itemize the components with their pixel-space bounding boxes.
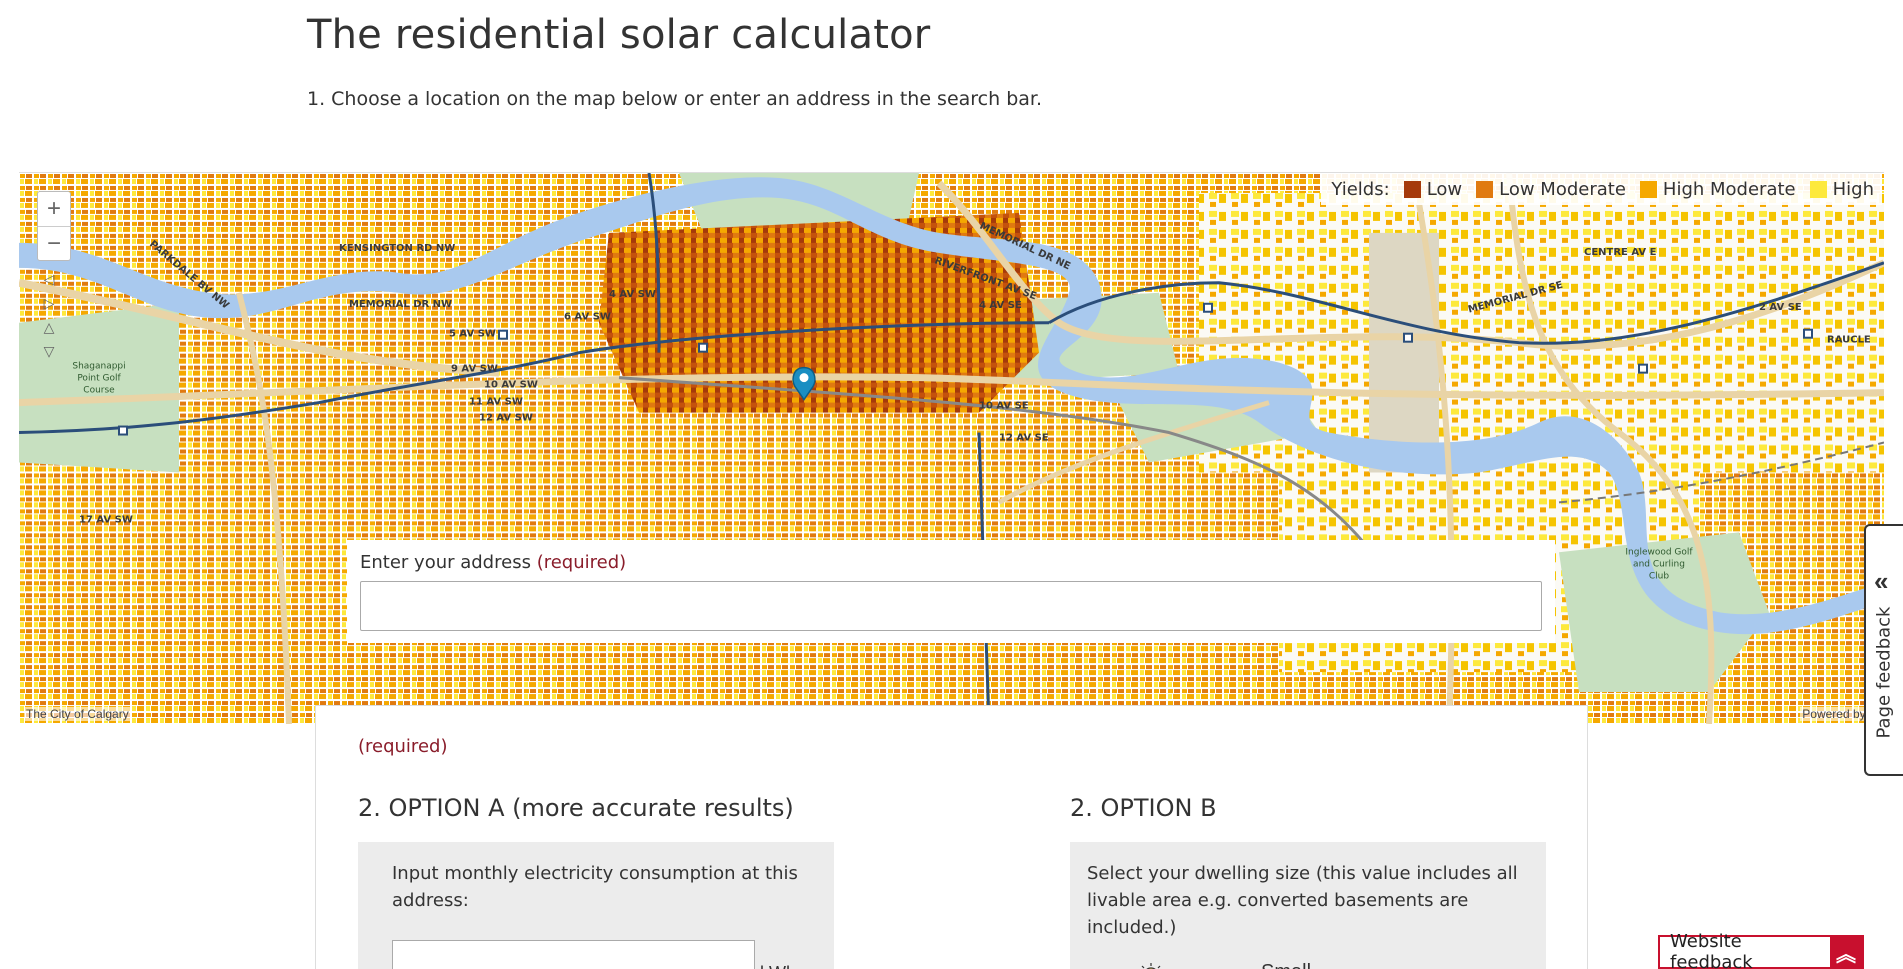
- svg-text:Course: Course: [83, 386, 115, 396]
- calculator-form: (required) 2. OPTION A (more accurate re…: [315, 705, 1588, 969]
- svg-text:CENTRE AV E: CENTRE AV E: [1584, 247, 1657, 258]
- monthly-kwh-input[interactable]: [392, 940, 755, 969]
- zoom-control: + −: [37, 191, 71, 261]
- option-b-panel: Select your dwelling size (this value in…: [1070, 842, 1546, 969]
- legend-swatch-low-moderate: [1476, 180, 1494, 198]
- solar-house-icon: [1141, 963, 1161, 969]
- page-title: The residential solar calculator: [307, 12, 931, 58]
- legend-item-high: High: [1796, 179, 1874, 200]
- svg-text:Inglewood Golf: Inglewood Golf: [1625, 547, 1693, 557]
- map-attribution-left[interactable]: The City of Calgary: [24, 707, 131, 721]
- pan-right-icon[interactable]: ▷: [37, 295, 61, 319]
- chevron-double-left-icon: «: [1874, 566, 1889, 596]
- legend-text-low-moderate: Low Moderate: [1499, 178, 1626, 200]
- svg-text:10 AV SW: 10 AV SW: [484, 380, 538, 391]
- svg-text:MEMORIAL DR NW: MEMORIAL DR NW: [349, 299, 452, 310]
- svg-text:12 AV SE: 12 AV SE: [999, 433, 1049, 444]
- option-b-title: 2. OPTION B: [1070, 794, 1217, 822]
- legend-text-low: Low: [1426, 178, 1463, 200]
- pan-left-icon[interactable]: ◁: [37, 271, 61, 295]
- option-a-instruction: Input monthly electricity consumption at…: [392, 863, 798, 911]
- svg-text:KENSINGTON RD NW: KENSINGTON RD NW: [339, 243, 455, 254]
- svg-text:9 AV SW: 9 AV SW: [451, 364, 498, 375]
- svg-text:Club: Club: [1649, 571, 1669, 581]
- zoom-in-button[interactable]: +: [38, 192, 70, 226]
- dwelling-option-small[interactable]: Small: [1087, 961, 1529, 969]
- kwh-unit-label: kWh: [760, 963, 796, 969]
- address-label: Enter your address (required): [360, 552, 1542, 573]
- pan-control: ◁ ▷ △ ▽: [37, 271, 61, 367]
- website-feedback-label: Website feedback: [1670, 931, 1753, 969]
- legend-label: Yields:: [1331, 178, 1390, 200]
- legend-item-low-moderate: Low Moderate: [1462, 179, 1626, 200]
- dwelling-option-small-label: Small: [1261, 961, 1311, 969]
- option-a-panel: Input monthly electricity consumption at…: [358, 842, 834, 969]
- zoom-out-button[interactable]: −: [38, 226, 70, 260]
- svg-text:Shaganappi: Shaganappi: [72, 362, 125, 372]
- option-a-title: 2. OPTION A (more accurate results): [358, 794, 794, 822]
- address-label-text: Enter your address: [360, 552, 531, 573]
- svg-text:4 AV SE: 4 AV SE: [979, 300, 1022, 311]
- legend-item-low: Low: [1390, 179, 1462, 200]
- svg-text:6 AV SW: 6 AV SW: [564, 312, 611, 323]
- chevron-double-up-icon: ︽: [1830, 937, 1862, 967]
- option-b-instruction: Select your dwelling size (this value in…: [1087, 863, 1518, 938]
- pan-up-icon[interactable]: △: [37, 319, 61, 343]
- svg-text:12 AV SW: 12 AV SW: [479, 413, 533, 424]
- svg-text:11 AV SW: 11 AV SW: [469, 397, 523, 408]
- legend-text-high: High: [1832, 178, 1874, 200]
- page-feedback-tab[interactable]: « Page feedback: [1864, 524, 1903, 776]
- pan-down-icon[interactable]: ▽: [37, 343, 61, 367]
- legend-swatch-high: [1809, 180, 1827, 198]
- legend-swatch-high-moderate: [1639, 180, 1657, 198]
- address-required-marker: (required): [536, 552, 627, 573]
- svg-text:17 AV SW: 17 AV SW: [79, 514, 133, 525]
- address-search-input[interactable]: [360, 581, 1542, 631]
- legend-text-high-moderate: High Moderate: [1662, 178, 1796, 200]
- svg-text:2 AV SE: 2 AV SE: [1759, 302, 1802, 313]
- svg-text:5 AV SW: 5 AV SW: [449, 329, 496, 340]
- svg-text:Point Golf: Point Golf: [77, 374, 121, 384]
- kwh-row: kWh: [392, 940, 800, 969]
- page-feedback-label: Page feedback: [1873, 606, 1895, 739]
- legend-swatch-low: [1403, 180, 1421, 198]
- svg-text:RAUCLE: RAUCLE: [1827, 335, 1871, 346]
- address-panel: Enter your address (required): [347, 540, 1555, 643]
- svg-text:4 AV SW: 4 AV SW: [609, 289, 656, 300]
- svg-text:10 AV SE: 10 AV SE: [979, 401, 1029, 412]
- svg-text:and Curling: and Curling: [1633, 559, 1685, 569]
- step-1-instruction: 1. Choose a location on the map below or…: [307, 88, 1043, 110]
- yield-legend: Yields: Low Low Moderate High Moderate H…: [1321, 173, 1882, 205]
- required-note: (required): [358, 736, 448, 757]
- website-feedback-button[interactable]: Website feedback ︽: [1658, 931, 1864, 969]
- legend-item-high-moderate: High Moderate: [1626, 179, 1796, 200]
